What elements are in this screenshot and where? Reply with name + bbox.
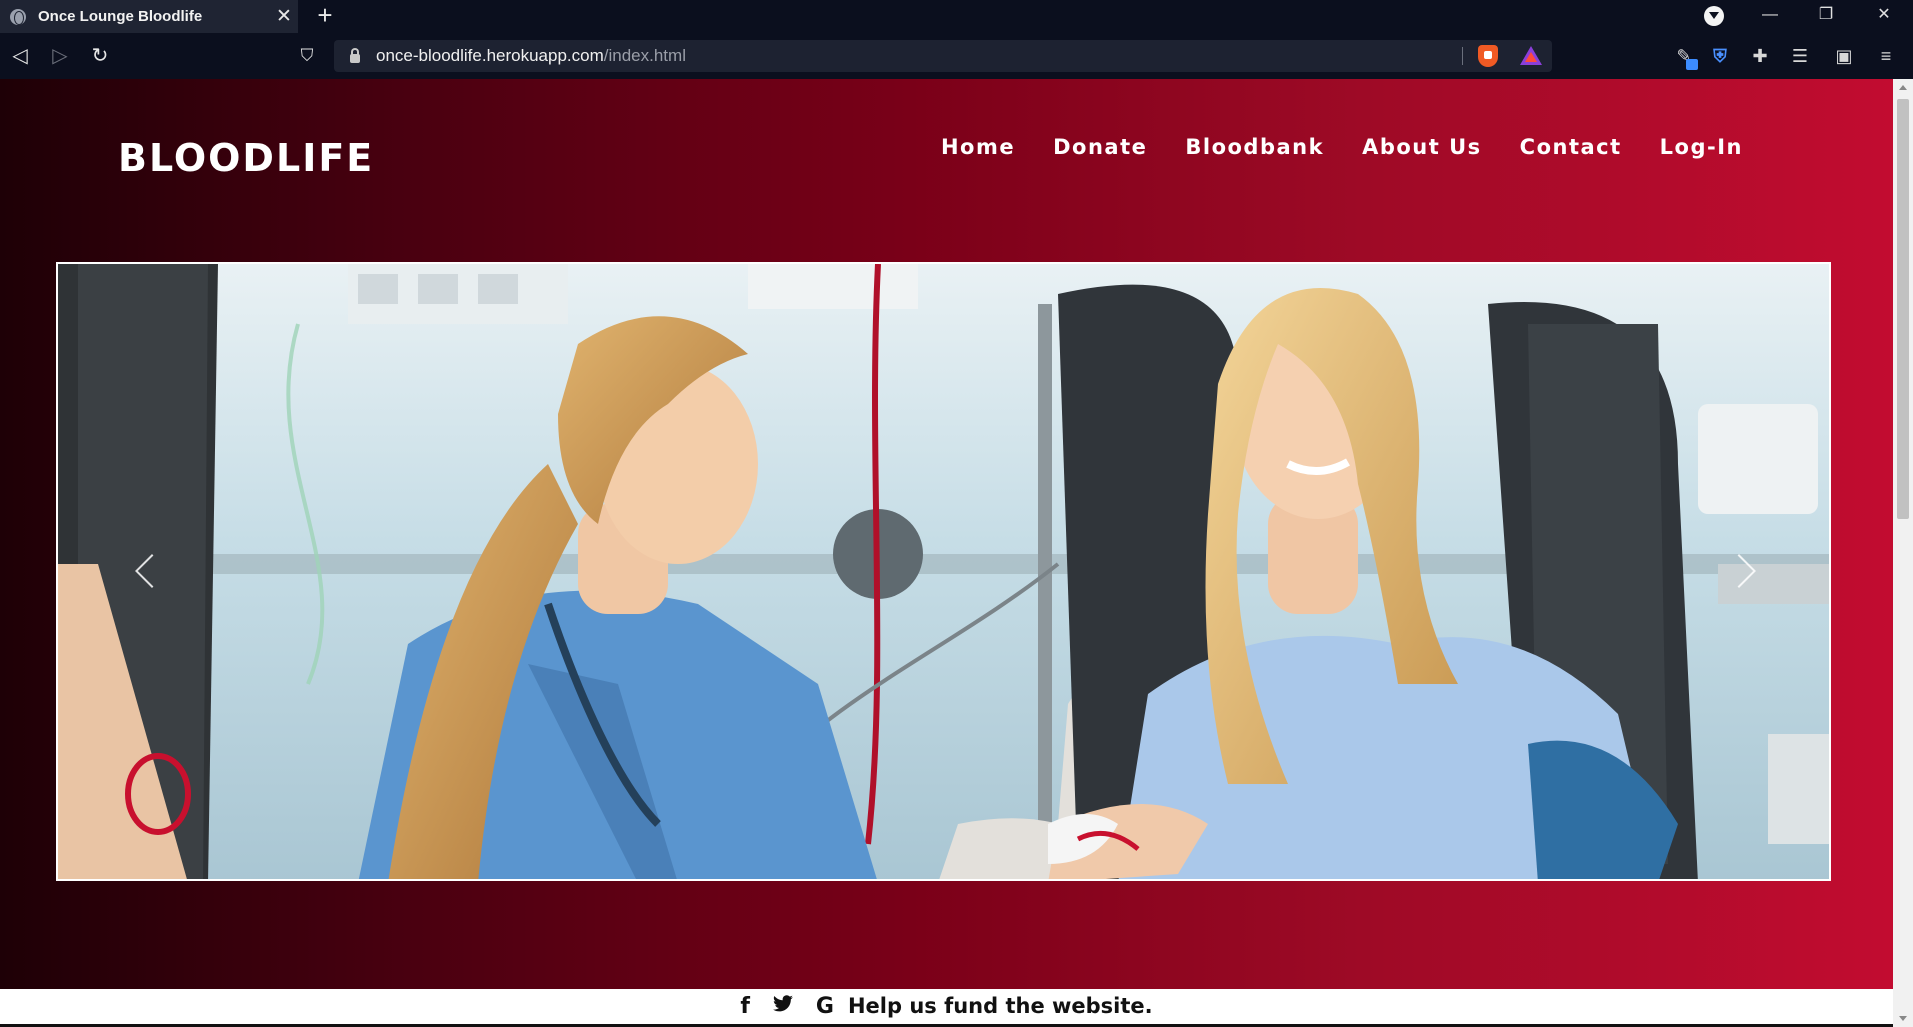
nav-bloodbank[interactable]: Bloodbank (1185, 135, 1324, 159)
footer-fund-text: Help us fund the website. (847, 994, 1153, 1018)
footer-bar: f G Help us fund the website. (0, 989, 1893, 1027)
tab-close-icon[interactable]: ✕ (270, 5, 298, 28)
wallet-icon[interactable]: ▣ (1826, 33, 1862, 79)
reload-button[interactable]: ↻ (82, 33, 118, 79)
address-bar[interactable]: once-bloodlife.herokuapp.com/index.html (334, 40, 1552, 72)
extensions-puzzle-icon[interactable]: ✚ (1742, 33, 1778, 79)
bookmark-icon[interactable]: ⛉ (289, 33, 325, 79)
nav-home[interactable]: Home (941, 135, 1015, 159)
back-button[interactable]: ◁ (2, 33, 38, 79)
browser-toolbar: ◁ ▷ ↻ ⛉ once-bloodlife.herokuapp.com/ind… (0, 33, 1913, 79)
menu-icon[interactable]: ≡ (1868, 33, 1904, 79)
site-logo[interactable]: BLOODLIFE (118, 136, 374, 180)
facebook-icon[interactable]: f (740, 994, 750, 1019)
nav-log-in[interactable]: Log-In (1660, 135, 1743, 159)
new-tab-button[interactable]: + (312, 0, 338, 33)
scroll-thumb[interactable] (1897, 99, 1909, 519)
brave-rewards-icon[interactable] (1520, 46, 1542, 65)
main-nav: Home Donate Bloodbank About Us Contact L… (941, 135, 1743, 159)
globe-icon (10, 8, 26, 25)
nav-donate[interactable]: Donate (1053, 135, 1147, 159)
restore-button[interactable]: ❐ (1806, 0, 1846, 33)
scroll-down-arrow-icon[interactable] (1899, 1016, 1907, 1021)
image-carousel (56, 262, 1831, 881)
forward-button[interactable]: ▷ (42, 33, 78, 79)
pen-extension-icon[interactable]: ✎ (1666, 33, 1702, 79)
google-icon[interactable]: G (816, 994, 834, 1019)
url-host: once-bloodlife.herokuapp.com (376, 46, 604, 65)
twitter-icon[interactable] (772, 994, 794, 1018)
url-path: /index.html (603, 46, 686, 65)
bitwarden-icon[interactable]: ⛨ (1702, 33, 1738, 79)
carousel-photo-blood-donation (58, 264, 1829, 879)
nav-about-us[interactable]: About Us (1362, 135, 1482, 159)
chevron-left-icon[interactable] (128, 549, 158, 599)
lock-icon (350, 47, 360, 63)
scroll-up-arrow-icon[interactable] (1899, 85, 1907, 90)
browser-tab-strip: Once Lounge Bloodlife ✕ + — ❐ ✕ (0, 0, 1913, 33)
nav-contact[interactable]: Contact (1520, 135, 1622, 159)
brave-shield-icon[interactable] (1478, 45, 1498, 67)
url-separator (1462, 47, 1463, 65)
close-window-button[interactable]: ✕ (1864, 0, 1904, 33)
browser-tab[interactable]: Once Lounge Bloodlife ✕ (0, 0, 298, 33)
chevron-right-icon[interactable] (1729, 549, 1759, 599)
media-playlist-icon[interactable]: ☰ (1782, 33, 1818, 79)
page-hero: BLOODLIFE Home Donate Bloodbank About Us… (0, 79, 1893, 989)
minimize-button[interactable]: — (1750, 0, 1790, 33)
download-icon[interactable] (1704, 6, 1724, 26)
page-scrollbar[interactable] (1893, 79, 1913, 1027)
twitter-bird-shape (773, 994, 793, 1011)
tab-title: Once Lounge Bloodlife (38, 8, 203, 25)
